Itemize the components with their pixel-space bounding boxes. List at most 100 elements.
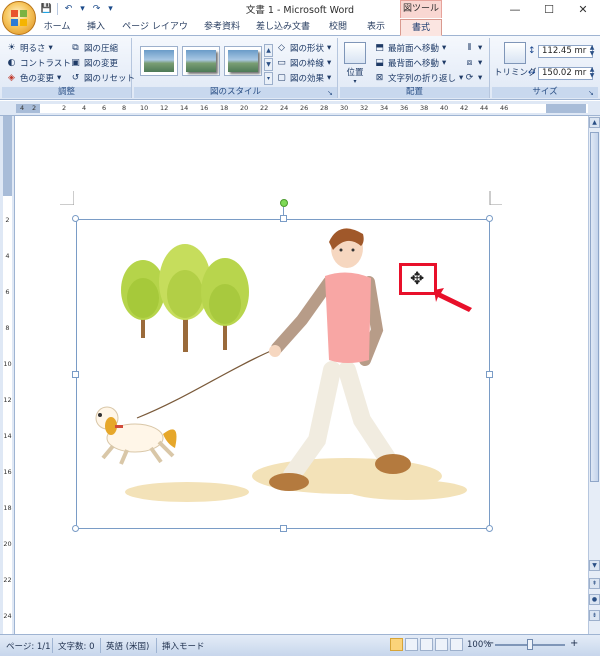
prev-page-icon[interactable]: ⇞ <box>589 578 600 589</box>
ruler-number: 36 <box>400 104 409 112</box>
picture-effects-button[interactable]: ▢ 図の効果 ▾ <box>276 71 331 84</box>
picture-style-3[interactable] <box>224 46 262 76</box>
ruler-number: 34 <box>380 104 389 112</box>
close-button[interactable]: ✕ <box>566 0 600 18</box>
ribbon: ☀ 明るさ ▾ ◐ コントラスト ▾ ◈ 色の変更 ▾ ⧉ 図の圧縮 ▣ 図の変更 ↺… <box>0 36 600 100</box>
picture-styles-launcher-icon[interactable]: ↘ <box>327 89 335 97</box>
insert-mode-indicator[interactable]: 挿入モード <box>162 640 205 652</box>
rotate-icon: ⟳ <box>465 72 474 83</box>
ruler-number: 40 <box>440 104 449 112</box>
tab-insert[interactable]: 挿入 <box>80 19 112 36</box>
compress-pictures-button[interactable]: ⧉ 図の圧縮 <box>70 41 118 54</box>
dog-illustration <box>95 406 177 465</box>
style-gallery-scroll[interactable]: ▲ ▼ ▾ <box>264 44 273 85</box>
send-to-back-button[interactable]: ⬓ 最背面へ移動 ▾ <box>374 56 446 69</box>
resize-handle-bottom-right[interactable] <box>486 525 493 532</box>
brightness-button[interactable]: ☀ 明るさ ▾ <box>6 41 52 54</box>
reset-picture-button[interactable]: ↺ 図のリセット <box>70 71 135 84</box>
page-indicator[interactable]: ページ: 1/1 <box>6 640 51 652</box>
group-objects-icon: ⧈ <box>466 57 473 68</box>
tab-references[interactable]: 参考資料 <box>198 19 246 36</box>
resize-handle-top-right[interactable] <box>486 215 493 222</box>
resize-handle-right[interactable] <box>486 371 493 378</box>
vruler-number: 14 <box>3 432 12 440</box>
change-picture-button[interactable]: ▣ 図の変更 <box>70 56 118 69</box>
browse-object-icon[interactable]: ● <box>589 594 600 605</box>
zoom-in-button[interactable]: + <box>570 638 578 649</box>
picture-style-1[interactable] <box>140 46 178 76</box>
resize-handle-bottom-left[interactable] <box>72 525 79 532</box>
reset-picture-label: 図のリセット <box>84 73 136 84</box>
web-layout-view-button[interactable] <box>420 638 433 651</box>
tab-view[interactable]: 表示 <box>360 19 392 36</box>
language-indicator[interactable]: 英語 (米国) <box>106 640 149 652</box>
group-picture-styles: ▲ ▼ ▾ ◇ 図の形状 ▾ ▭ 図の枠線 ▾ ▢ 図の効果 ▾ 図のスタイル ↘ <box>134 38 338 98</box>
recolor-button[interactable]: ◈ 色の変更 ▾ <box>6 71 61 84</box>
vruler-number: 22 <box>3 576 12 584</box>
print-layout-view-button[interactable] <box>390 638 403 651</box>
contrast-icon: ◐ <box>7 57 16 68</box>
horizontal-ruler[interactable]: 4 2 2 4 6 8 10 12 14 16 18 20 22 24 26 2… <box>0 101 600 116</box>
tab-format[interactable]: 書式 <box>400 19 442 36</box>
height-input[interactable]: 112.45 mr <box>538 45 593 58</box>
rotation-handle[interactable] <box>280 199 288 207</box>
group-objects-button[interactable]: ⧈ ▾ <box>464 56 483 69</box>
outline-view-button[interactable] <box>435 638 448 651</box>
text-wrapping-label: 文字列の折り返し <box>388 73 457 84</box>
resize-handle-top-left[interactable] <box>72 215 79 222</box>
picture-shape-button[interactable]: ◇ 図の形状 ▾ <box>276 41 331 54</box>
vertical-ruler[interactable]: 2 4 6 8 10 12 14 16 18 20 22 24 <box>0 116 15 634</box>
align-button[interactable]: ⫴ ▾ <box>464 41 483 54</box>
vruler-number: 4 <box>5 252 10 260</box>
tab-page-layout[interactable]: ページ レイアウト <box>118 19 192 48</box>
full-screen-reading-view-button[interactable] <box>405 638 418 651</box>
zoom-out-button[interactable]: − <box>486 638 494 649</box>
recolor-icon: ◈ <box>8 72 15 83</box>
gallery-up-icon[interactable]: ▲ <box>264 44 273 57</box>
height-icon: ↕ <box>528 46 536 56</box>
word-count[interactable]: 文字数: 0 <box>58 640 94 652</box>
brightness-icon: ☀ <box>7 42 16 53</box>
gallery-down-icon[interactable]: ▼ <box>264 58 273 71</box>
text-wrapping-button[interactable]: ⊠ 文字列の折り返し ▾ <box>374 71 464 84</box>
office-button[interactable] <box>2 1 36 35</box>
scroll-down-icon[interactable]: ▼ <box>589 560 600 571</box>
picture-border-button[interactable]: ▭ 図の枠線 ▾ <box>276 56 331 69</box>
status-bar: ページ: 1/1 文字数: 0 英語 (米国) 挿入モード 100% − + <box>0 634 600 656</box>
reset-picture-icon: ↺ <box>71 72 80 83</box>
compress-icon: ⧉ <box>72 42 79 53</box>
bring-to-front-button[interactable]: ⬒ 最前面へ移動 ▾ <box>374 41 446 54</box>
scroll-up-icon[interactable]: ▲ <box>589 117 600 128</box>
tab-review[interactable]: 校閲 <box>322 19 354 36</box>
ruler-number: 10 <box>140 104 149 112</box>
resize-handle-top[interactable] <box>280 215 287 222</box>
resize-handle-bottom[interactable] <box>280 525 287 532</box>
scroll-thumb[interactable] <box>590 132 599 482</box>
draft-view-button[interactable] <box>450 638 463 651</box>
border-icon: ▭ <box>277 57 286 68</box>
size-launcher-icon[interactable]: ↘ <box>588 89 596 97</box>
resize-handle-left[interactable] <box>72 371 79 378</box>
ruler-right-margin <box>546 104 586 113</box>
tab-mailings[interactable]: 差し込み文書 <box>252 19 314 36</box>
tab-home[interactable]: ホーム <box>38 19 76 36</box>
vertical-scrollbar[interactable]: ▲ ▼ ⇞ ● ⇟ <box>588 116 600 634</box>
zoom-slider-knob[interactable] <box>527 639 533 650</box>
compress-label: 図の圧縮 <box>84 43 119 54</box>
ruler-number: 4 <box>82 104 87 112</box>
ruler-number: 42 <box>460 104 469 112</box>
width-input[interactable]: 150.02 mr <box>538 67 593 80</box>
align-icon: ⫴ <box>467 42 472 53</box>
send-to-back-label: 最背面へ移動 <box>388 58 440 69</box>
width-spinner[interactable]: ▲ ▼ <box>588 67 596 80</box>
rotate-button[interactable]: ⟳ ▾ <box>464 71 483 84</box>
picture-style-2[interactable] <box>182 46 220 76</box>
next-page-icon[interactable]: ⇟ <box>589 610 600 621</box>
window-controls: — ☐ ✕ <box>498 0 600 18</box>
maximize-button[interactable]: ☐ <box>532 0 566 18</box>
gallery-more-icon[interactable]: ▾ <box>264 72 273 85</box>
position-button[interactable]: 位置 ▾ <box>344 42 366 85</box>
contrast-button[interactable]: ◐ コントラスト ▾ <box>6 56 79 69</box>
height-spinner[interactable]: ▲ ▼ <box>588 45 596 58</box>
minimize-button[interactable]: — <box>498 0 532 18</box>
